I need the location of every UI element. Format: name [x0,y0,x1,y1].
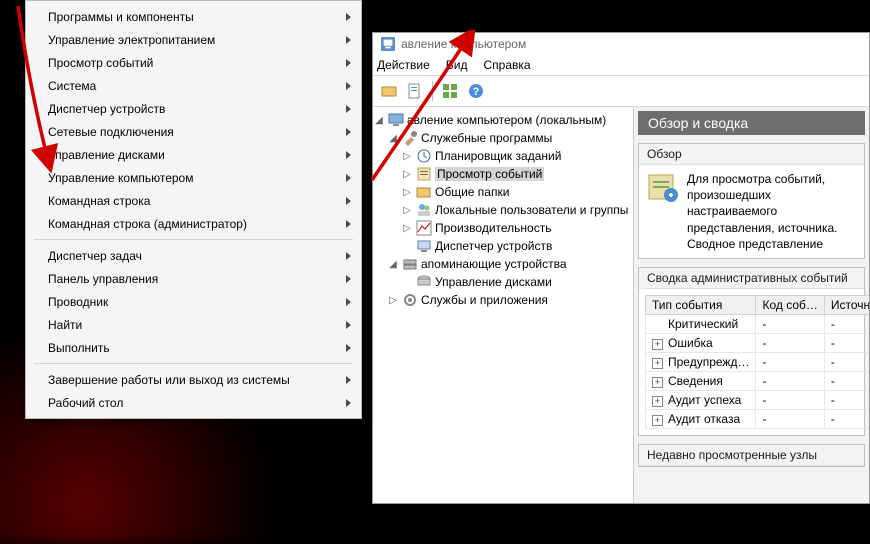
menu-item[interactable]: Завершение работы или выход из системы [26,368,361,391]
toolbar-btn-1[interactable] [377,79,401,103]
computer-management-window: авление компьютером Действие Вид Справка… [372,32,870,504]
toolbar-btn-4[interactable]: ? [464,79,488,103]
users-icon [416,202,432,218]
menu-item[interactable]: Просмотр событий [26,51,361,74]
summary-table: Тип события Код соб… Источник Критически… [645,295,869,429]
table-row[interactable]: Критический-- [646,314,870,333]
summary-title: Сводка административных событий [639,268,864,289]
recent-group: Недавно просмотренные узлы [638,444,865,467]
menu-item[interactable]: Диспетчер устройств [26,97,361,120]
mmc-body: ◢авление компьютером (локальным) ◢Служеб… [373,107,869,503]
expand-icon[interactable]: + [652,396,663,407]
computer-icon [388,112,404,128]
col-event-id[interactable]: Код соб… [756,295,824,314]
titlebar: авление компьютером [373,33,869,55]
folder-share-icon [416,184,432,200]
menu-item[interactable]: Командная строка (администратор) [26,212,361,235]
menu-help[interactable]: Справка [483,58,530,72]
svg-text:?: ? [473,86,480,98]
menu-separator [34,363,353,364]
menu-item[interactable]: Система [26,74,361,97]
expand-icon[interactable]: + [652,339,663,350]
device-icon [416,238,432,254]
grid-icon [442,83,458,99]
menu-item[interactable]: Панель управления [26,267,361,290]
services-icon [402,292,418,308]
desktop: авление компьютером Действие Вид Справка… [0,0,870,504]
tree-shared-folders[interactable]: ▷Общие папки [373,183,633,201]
expand-icon[interactable]: + [652,358,663,369]
tree-pane[interactable]: ◢авление компьютером (локальным) ◢Служеб… [373,107,634,503]
menubar: Действие Вид Справка [373,55,869,76]
tree-performance[interactable]: ▷Производительность [373,219,633,237]
toolbar-btn-3[interactable] [438,79,462,103]
toolbar-sep [432,81,433,101]
wrench-icon [402,130,418,146]
menu-separator [34,239,353,240]
table-row[interactable]: +Ошибка-- [646,333,870,352]
storage-icon [402,256,418,272]
table-row[interactable]: +Сведения-- [646,371,870,390]
clock-icon [416,148,432,164]
menu-item[interactable]: Программы и компоненты [26,5,361,28]
table-row[interactable]: +Аудит отказа-- [646,409,870,428]
app-icon [381,37,395,51]
right-pane: Обзор и сводка Обзор Для просмотра событ… [634,107,869,503]
table-row[interactable]: +Предупрежд…-- [646,352,870,371]
right-header: Обзор и сводка [638,111,865,135]
tree-services-apps[interactable]: ▷Службы и приложения [373,291,633,309]
help-icon: ? [468,83,484,99]
menu-item[interactable]: Управление компьютером [26,166,361,189]
tree-storage[interactable]: ◢апоминающие устройства [373,255,633,273]
menu-item[interactable]: Найти [26,313,361,336]
overview-group: Обзор Для просмотра событий, произошедши… [638,143,865,259]
folder-icon [381,83,397,99]
menu-view[interactable]: Вид [446,58,468,72]
menu-item[interactable]: Командная строка [26,189,361,212]
tree-root[interactable]: ◢авление компьютером (локальным) [373,111,633,129]
tree-disk-mgmt[interactable]: Управление дисками [373,273,633,291]
disk-icon [416,274,432,290]
menu-item[interactable]: Сетевые подключения [26,120,361,143]
col-event-type[interactable]: Тип события [646,295,756,314]
toolbar-btn-2[interactable] [403,79,427,103]
tree-local-users[interactable]: ▷Локальные пользователи и группы [373,201,633,219]
menu-item[interactable]: Проводник [26,290,361,313]
overview-text: Для просмотра событий, произошедших наст… [687,171,856,252]
menu-item[interactable]: Диспетчер задач [26,244,361,267]
window-title: авление компьютером [401,37,526,51]
page-icon [407,83,423,99]
event-viewer-big-icon [647,171,679,203]
overview-title: Обзор [639,144,864,165]
perf-icon [416,220,432,236]
menu-item[interactable]: Рабочий стол [26,391,361,414]
tree-task-scheduler[interactable]: ▷Планировщик заданий [373,147,633,165]
toolbar: ? [373,76,869,107]
menu-item[interactable]: Выполнить [26,336,361,359]
event-log-icon [416,166,432,182]
tree-system-tools[interactable]: ◢Служебные программы [373,129,633,147]
summary-group: Сводка административных событий Тип собы… [638,267,865,436]
expand-icon[interactable]: + [652,415,663,426]
menu-action[interactable]: Действие [377,58,430,72]
menu-item[interactable]: Управление электропитанием [26,28,361,51]
winx-context-menu: Программы и компонентыУправление электро… [25,0,362,419]
tree-device-manager[interactable]: Диспетчер устройств [373,237,633,255]
table-row[interactable]: +Аудит успеха-- [646,390,870,409]
tree-event-viewer[interactable]: ▷Просмотр событий [373,165,633,183]
expand-icon[interactable]: + [652,377,663,388]
menu-item[interactable]: Управление дисками [26,143,361,166]
recent-title: Недавно просмотренные узлы [639,445,864,466]
col-source[interactable]: Источник [824,295,869,314]
